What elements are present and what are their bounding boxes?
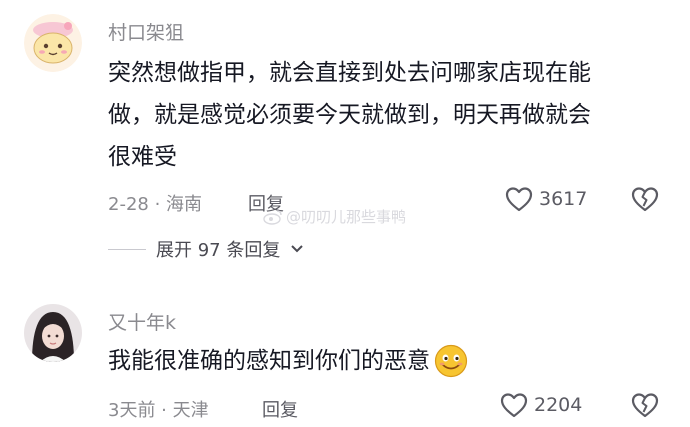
cartoon-cat-avatar-icon [24,14,82,72]
like-button[interactable]: 2204 [500,392,582,418]
username[interactable]: 又十年k [108,308,176,335]
reply-button[interactable]: 回复 [262,396,298,422]
like-button[interactable]: 3617 [505,186,587,212]
comment-item: 村口架狙 突然想做指甲，就会直接到处去问哪家店现在能 做，就是感觉必须要今天就做… [0,0,690,280]
smiling-face-emoji-icon [434,344,468,378]
chevron-down-icon [291,245,304,253]
watermark: @叨叨儿那些事鸭 [263,206,406,227]
comment-line: 我能很准确的感知到你们的恶意 [108,348,430,374]
broken-heart-icon [631,393,659,418]
comment-line: 做，就是感觉必须要今天就做到，明天再做就会 [108,102,591,128]
divider-line [108,248,146,250]
username[interactable]: 村口架狙 [108,18,184,45]
broken-heart-icon [631,187,659,212]
comment-text: 我能很准确的感知到你们的恶意 [108,340,668,382]
heart-icon [505,187,533,212]
dislike-button[interactable] [631,392,659,422]
heart-icon [500,393,528,418]
expand-replies-label: 展开 97 条回复 [156,240,281,261]
avatar[interactable] [24,304,82,362]
avatar[interactable] [24,14,82,72]
dislike-button[interactable] [631,186,659,216]
watermark-text: @叨叨儿那些事鸭 [286,208,407,226]
comment-text: 突然想做指甲，就会直接到处去问哪家店现在能 做，就是感觉必须要今天就做到，明天再… [108,52,668,178]
expand-replies-button[interactable]: 展开 97 条回复 [108,236,304,262]
girl-photo-avatar-icon [24,304,82,362]
like-count: 3617 [539,188,588,210]
comment-line: 很难受 [108,144,177,170]
like-count: 2204 [534,394,583,416]
comment-item: 又十年k 我能很准确的感知到你们的恶意 3天前 · 天津 回复 2204 [0,280,690,427]
comment-meta: 2-28 · 海南 [108,194,203,215]
weibo-logo-icon [263,209,282,225]
comment-meta: 3天前 · 天津 [108,400,209,421]
comment-line: 突然想做指甲，就会直接到处去问哪家店现在能 [108,60,591,86]
